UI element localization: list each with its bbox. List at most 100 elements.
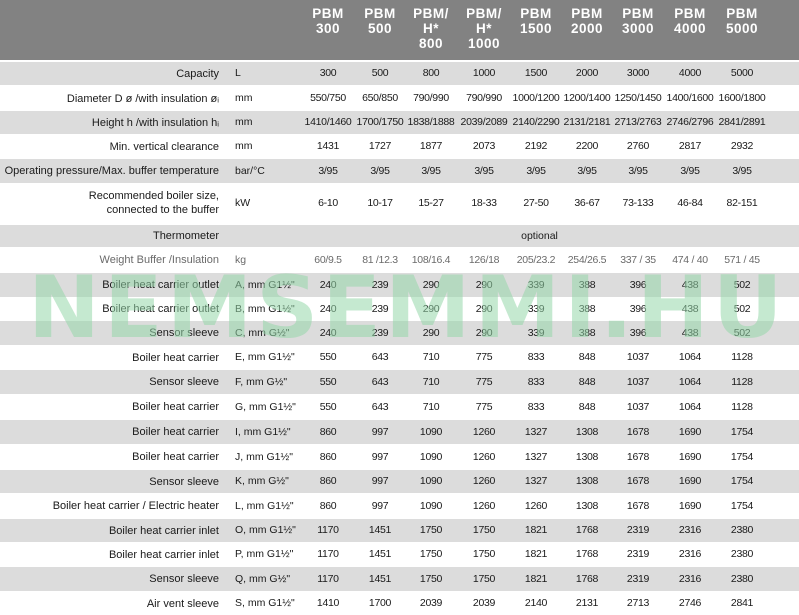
- table-cell: 388: [578, 303, 596, 315]
- column-header: PBM 5000: [715, 6, 769, 36]
- table-cell: 1037: [626, 351, 650, 363]
- table-cell: 1431: [316, 140, 340, 152]
- table-cell: 550: [319, 376, 337, 388]
- table-cell: 1750: [472, 573, 496, 585]
- table-cell: 240: [319, 303, 337, 315]
- table-cell: 1821: [524, 573, 548, 585]
- table-cell: 1750: [419, 573, 443, 585]
- table-cell: 997: [371, 475, 389, 487]
- table-cell: 239: [371, 327, 389, 339]
- table-cell: 2380: [730, 573, 754, 585]
- row-label: Diameter D ø /with insulation øᵢ: [0, 92, 219, 106]
- row-unit: G, mm G1½": [235, 401, 296, 413]
- table-cell: 2140/2290: [512, 116, 560, 128]
- row-unit: I, mm G1½": [235, 426, 291, 438]
- row-label-line: Boiler heat carrier outlet: [102, 303, 219, 315]
- row-unit: A, mm G1½": [235, 279, 295, 291]
- table-cell: 2746: [678, 597, 702, 609]
- table-row: Height h /with insulation hᵢ mm 1410/1460 1…: [0, 111, 799, 134]
- table-cell: 1400/1600: [666, 92, 714, 104]
- row-label-line: connected to the buffer: [106, 204, 219, 216]
- table-cell: 5000: [730, 67, 754, 79]
- row-label: Boiler heat carrier: [0, 400, 219, 414]
- row-label-line: Boiler heat carrier / Electric heater: [52, 500, 219, 512]
- table-cell: 1064: [678, 376, 702, 388]
- table-row: Capacity L 300 500 800 1000 1500 2000 3000 4000 50…: [0, 62, 799, 85]
- table-cell: 6-10: [318, 197, 338, 209]
- row-unit: B, mm G1½": [235, 303, 295, 315]
- table-cell: 1750: [419, 548, 443, 560]
- table-cell: 997: [371, 426, 389, 438]
- table-cell: 1768: [575, 548, 599, 560]
- table-row: Boiler heat carrier / Electric heater L, …: [0, 494, 799, 518]
- table-cell: 2817: [678, 140, 702, 152]
- row-label: Boiler heat carrier outlet: [0, 302, 219, 316]
- table-cell: 239: [371, 279, 389, 291]
- table-cell: 240: [319, 279, 337, 291]
- table-cell: 290: [475, 327, 493, 339]
- table-row: Min. vertical clearance mm 1431 1727 1877 207…: [0, 135, 799, 158]
- table-cell: 1768: [575, 524, 599, 536]
- row-label-line: Sensor sleeve: [149, 327, 219, 339]
- row-label: Boiler heat carrier: [0, 351, 219, 365]
- row-unit: mm: [235, 116, 253, 128]
- table-cell: 1090: [419, 426, 443, 438]
- table-cell: 438: [681, 303, 699, 315]
- table-cell: 1410/1460: [304, 116, 352, 128]
- table-cell: 2713/2763: [614, 116, 662, 128]
- table-cell: 73-133: [622, 197, 654, 209]
- row-label-line: Boiler heat carrier: [132, 401, 219, 413]
- table-cell: 290: [422, 279, 440, 291]
- table-cell: 239: [371, 303, 389, 315]
- table-cell: 81 /12.3: [362, 254, 398, 266]
- row-label-line: Air vent sleeve: [146, 598, 219, 610]
- table-cell: 3/95: [628, 165, 648, 177]
- table-cell: 396: [629, 327, 647, 339]
- row-unit: F, mm G½": [235, 376, 288, 388]
- table-cell: 339: [527, 327, 545, 339]
- table-row: Air vent sleeve S, mm G1½" 1410 1700 2039 203…: [0, 592, 799, 615]
- table-cell: 205/23.2: [516, 254, 556, 266]
- row-unit: bar/°C: [235, 165, 265, 177]
- table-cell: 1037: [626, 376, 650, 388]
- table-cell: 1690: [678, 475, 702, 487]
- table-cell: 790/990: [466, 92, 502, 104]
- table-row: Thermometer optional: [0, 225, 799, 247]
- table-cell: 1768: [575, 573, 599, 585]
- column-header-line: H*: [475, 21, 492, 36]
- table-cell: 1064: [678, 401, 702, 413]
- table-cell: 550: [319, 401, 337, 413]
- row-unit: L, mm G1½": [235, 500, 294, 512]
- table-row: Sensor sleeve Q, mm G½" 1170 1451 1750 1750 18…: [0, 567, 799, 591]
- table-row: Boiler heat carrier outlet A, mm G1½" 240 2…: [0, 273, 799, 297]
- table-cell: 2841/2891: [718, 116, 766, 128]
- table-cell: 800: [422, 67, 440, 79]
- table-cell: 1690: [678, 500, 702, 512]
- table-cell: 1128: [731, 376, 753, 388]
- table-cell: 1838/1888: [407, 116, 455, 128]
- row-unit: mm: [235, 140, 253, 152]
- column-header-line: 4000: [673, 21, 707, 36]
- table-cell: 848: [578, 351, 596, 363]
- table-cell: 1308: [575, 475, 599, 487]
- row-label: Air vent sleeve: [0, 597, 219, 611]
- row-label-line: Recommended boiler size,: [88, 190, 219, 202]
- table-row: Sensor sleeve C, mm G½" 240 239 290 290 339 388…: [0, 321, 799, 345]
- table-cell: 1090: [419, 451, 443, 463]
- table-cell: 1200/1400: [563, 92, 611, 104]
- table-cell: 1410: [316, 597, 340, 609]
- table-cell: 396: [629, 303, 647, 315]
- table-cell: 339: [527, 279, 545, 291]
- row-label-line: Boiler heat carrier inlet: [108, 549, 219, 561]
- row-unit: E, mm G1½": [235, 351, 295, 363]
- table-cell: 1090: [419, 475, 443, 487]
- table-cell: 2380: [730, 524, 754, 536]
- table-cell: 3/95: [680, 165, 700, 177]
- table-cell: 1678: [626, 426, 650, 438]
- column-header-line: 800: [418, 36, 444, 51]
- table-cell: 337 / 35: [620, 254, 656, 266]
- table-cell: 2713: [626, 597, 650, 609]
- table-cell: 290: [422, 303, 440, 315]
- table-cell: 339: [527, 303, 545, 315]
- table-cell: 997: [371, 500, 389, 512]
